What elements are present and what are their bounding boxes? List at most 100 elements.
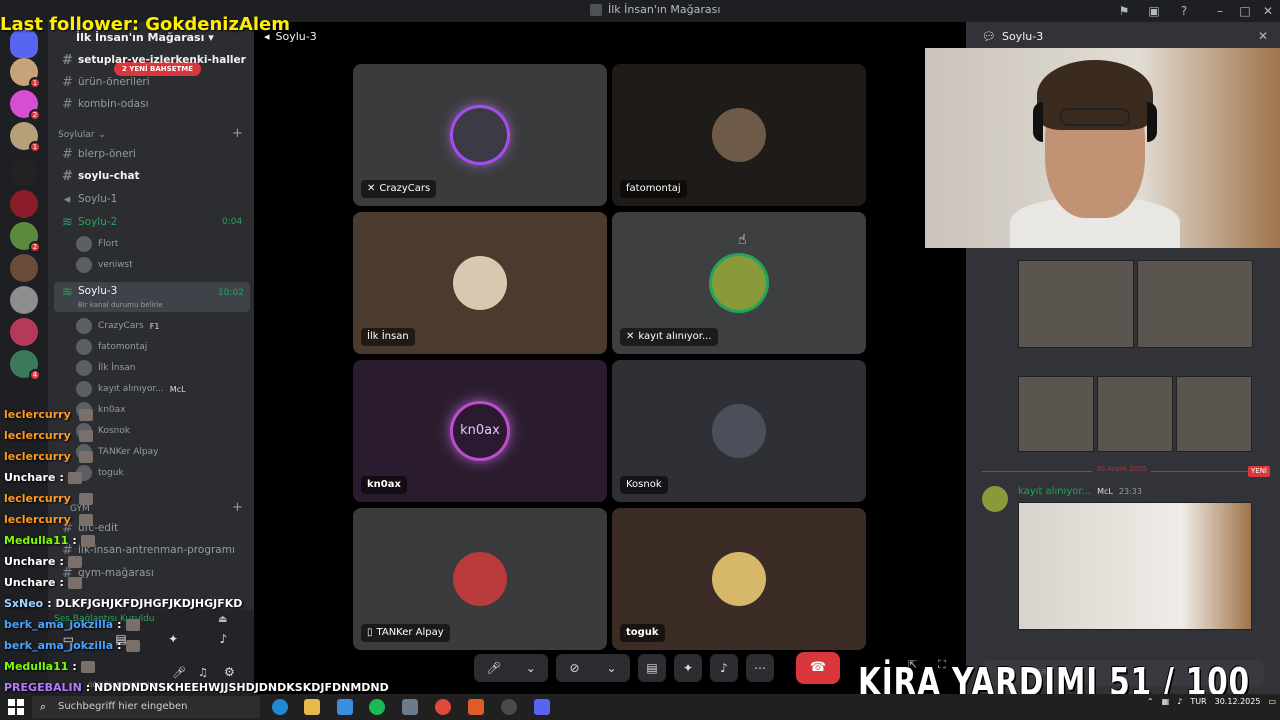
stream-chat-user: Unchare [4, 576, 56, 589]
participant-tile[interactable]: ✕ CrazyCars [353, 64, 607, 206]
participant-tile[interactable]: İlk İnsan [353, 212, 607, 354]
inbox-icon[interactable]: ⚑ [1116, 3, 1132, 19]
help-icon[interactable]: ? [1176, 3, 1192, 19]
stream-chat-user: berk_ama_jokzilla [4, 639, 114, 652]
server-item[interactable]: 1 [10, 122, 41, 153]
cat-image[interactable] [1097, 376, 1173, 452]
emote-icon [80, 660, 95, 673]
hash-icon: # [62, 52, 73, 68]
channel-gym[interactable]: # gym-mağarası [54, 563, 250, 583]
clock[interactable]: 30.12.2025 [1215, 697, 1261, 706]
spotify-icon[interactable] [369, 699, 385, 715]
volume-icon[interactable]: ♪ [1177, 697, 1182, 706]
screenshare-button[interactable]: ▤ [638, 654, 666, 682]
explorer-icon[interactable] [304, 699, 320, 715]
server-item[interactable] [10, 190, 38, 218]
close-window-button[interactable]: ✕ [1260, 3, 1276, 19]
server-item[interactable] [10, 318, 38, 346]
voice-member[interactable]: Flort [76, 234, 118, 254]
channel-setuplar[interactable]: # setuplar-ve-izlerkenki-haller [54, 50, 250, 70]
stream-chat-message: : [59, 471, 64, 484]
channel-soylu-chat[interactable]: # soylu-chat [54, 166, 250, 186]
minimize-button[interactable]: – [1212, 3, 1228, 19]
mic-icon[interactable]: 🎤︎ [172, 666, 186, 679]
channel-blerp[interactable]: # blerp-öneri [54, 144, 250, 164]
server-item[interactable] [10, 158, 38, 186]
language-indicator[interactable]: TUR [1190, 697, 1206, 706]
category-soylular[interactable]: Soylular ⌄ [58, 130, 106, 140]
date-divider: 30 Aralık 2025 [1092, 465, 1152, 473]
settings-icon[interactable]: ⚙ [224, 665, 235, 679]
soundboard-icon[interactable]: ♪ [220, 632, 228, 646]
windows-start-icon[interactable] [8, 699, 24, 715]
obs-icon[interactable] [501, 699, 517, 715]
stream-chat-line: Unchare: [4, 555, 82, 568]
voice-member[interactable]: İlk İnsan [76, 358, 136, 378]
emote-icon [78, 513, 93, 526]
add-channel-icon[interactable]: + [232, 500, 243, 515]
camera-toggle[interactable]: ⊘ ⌄ [556, 654, 630, 682]
taskbar-search[interactable]: Suchbegriff hier eingeben [32, 696, 260, 718]
webcam-photo[interactable] [1018, 502, 1252, 630]
avatar[interactable] [982, 486, 1008, 512]
close-chat-button[interactable]: ✕ [1258, 29, 1268, 43]
participant-tile[interactable]: Kosnok [612, 360, 866, 502]
channel-status[interactable]: Bir kanal durumu belirle [78, 301, 162, 309]
participant-tile[interactable]: kn0ax kn0ax [353, 360, 607, 502]
calculator-icon[interactable] [402, 699, 418, 715]
avatar [76, 257, 92, 273]
soundboard-button[interactable]: ♪ [710, 654, 738, 682]
emote-icon [67, 576, 82, 589]
more-button[interactable]: ⋯ [746, 654, 774, 682]
voice-member[interactable]: fatomontaj [76, 337, 147, 357]
screen-icon[interactable]: ▣ [1146, 3, 1162, 19]
activities-button[interactable]: ✦ [674, 654, 702, 682]
chevron-up-icon[interactable]: ⌃ [1147, 697, 1154, 706]
emote-icon [125, 639, 140, 652]
activity-icon[interactable]: ✦ [168, 632, 178, 646]
voice-member[interactable]: CrazyCars F1 [76, 316, 159, 336]
voice-channel-soylu-2[interactable]: ≋ Soylu-2 [54, 212, 250, 232]
voice-member[interactable]: veniwst [76, 255, 133, 275]
disconnect-icon[interactable]: ⏏ [218, 614, 227, 625]
cat-image[interactable] [1018, 260, 1134, 348]
participant-tile[interactable]: ▯ TANKer Alpay [353, 508, 607, 650]
cat-image[interactable] [1137, 260, 1253, 348]
maximize-button[interactable]: □ [1237, 3, 1253, 19]
camera-off-icon: ⊘ [569, 661, 580, 675]
stream-chat-message: : [117, 618, 122, 631]
server-item[interactable] [10, 254, 38, 282]
avatar [453, 552, 507, 606]
notification-icon[interactable]: ▭ [1268, 697, 1276, 706]
network-icon[interactable]: ▦ [1162, 697, 1170, 706]
mic-toggle[interactable]: 🎤︎ ⌄ [474, 654, 548, 682]
voice-member[interactable]: toguk [76, 463, 124, 483]
add-channel-icon[interactable]: + [232, 126, 243, 141]
leave-call-button[interactable]: ☎ [796, 652, 840, 684]
store-icon[interactable] [337, 699, 353, 715]
chrome-icon[interactable] [435, 699, 451, 715]
brave-icon[interactable] [468, 699, 484, 715]
server-item-active[interactable]: 2 [10, 222, 41, 253]
headset-icon[interactable]: ♫ [198, 666, 208, 679]
server-item[interactable]: 4 [10, 350, 41, 381]
stream-chat-line: berk_ama_jokzilla: [4, 639, 140, 652]
avatar [712, 552, 766, 606]
participant-tile[interactable]: toguk [612, 508, 866, 650]
edge-icon[interactable] [272, 699, 288, 715]
cat-image[interactable] [1018, 376, 1094, 452]
participant-tile[interactable]: fatomontaj [612, 64, 866, 206]
discord-icon[interactable] [534, 699, 550, 715]
cat-image[interactable] [1176, 376, 1252, 452]
server-item[interactable]: 2 [10, 90, 41, 121]
channel-urun[interactable]: # ürün-önerileri [54, 72, 250, 92]
server-item[interactable]: 1 [10, 58, 41, 89]
voice-channel-soylu-1[interactable]: ◂ Soylu-1 [54, 189, 250, 209]
voice-member[interactable]: kayıt alınıyor... McL [76, 379, 186, 399]
muted-icon: ✕ [626, 331, 635, 342]
stream-chat-line: leclercurry [4, 492, 93, 505]
channel-kombin[interactable]: # kombin-odası [54, 94, 250, 114]
server-rail: 1 2 1 2 4 [0, 22, 48, 694]
stream-chat-message: : [59, 576, 64, 589]
server-item[interactable] [10, 286, 38, 314]
